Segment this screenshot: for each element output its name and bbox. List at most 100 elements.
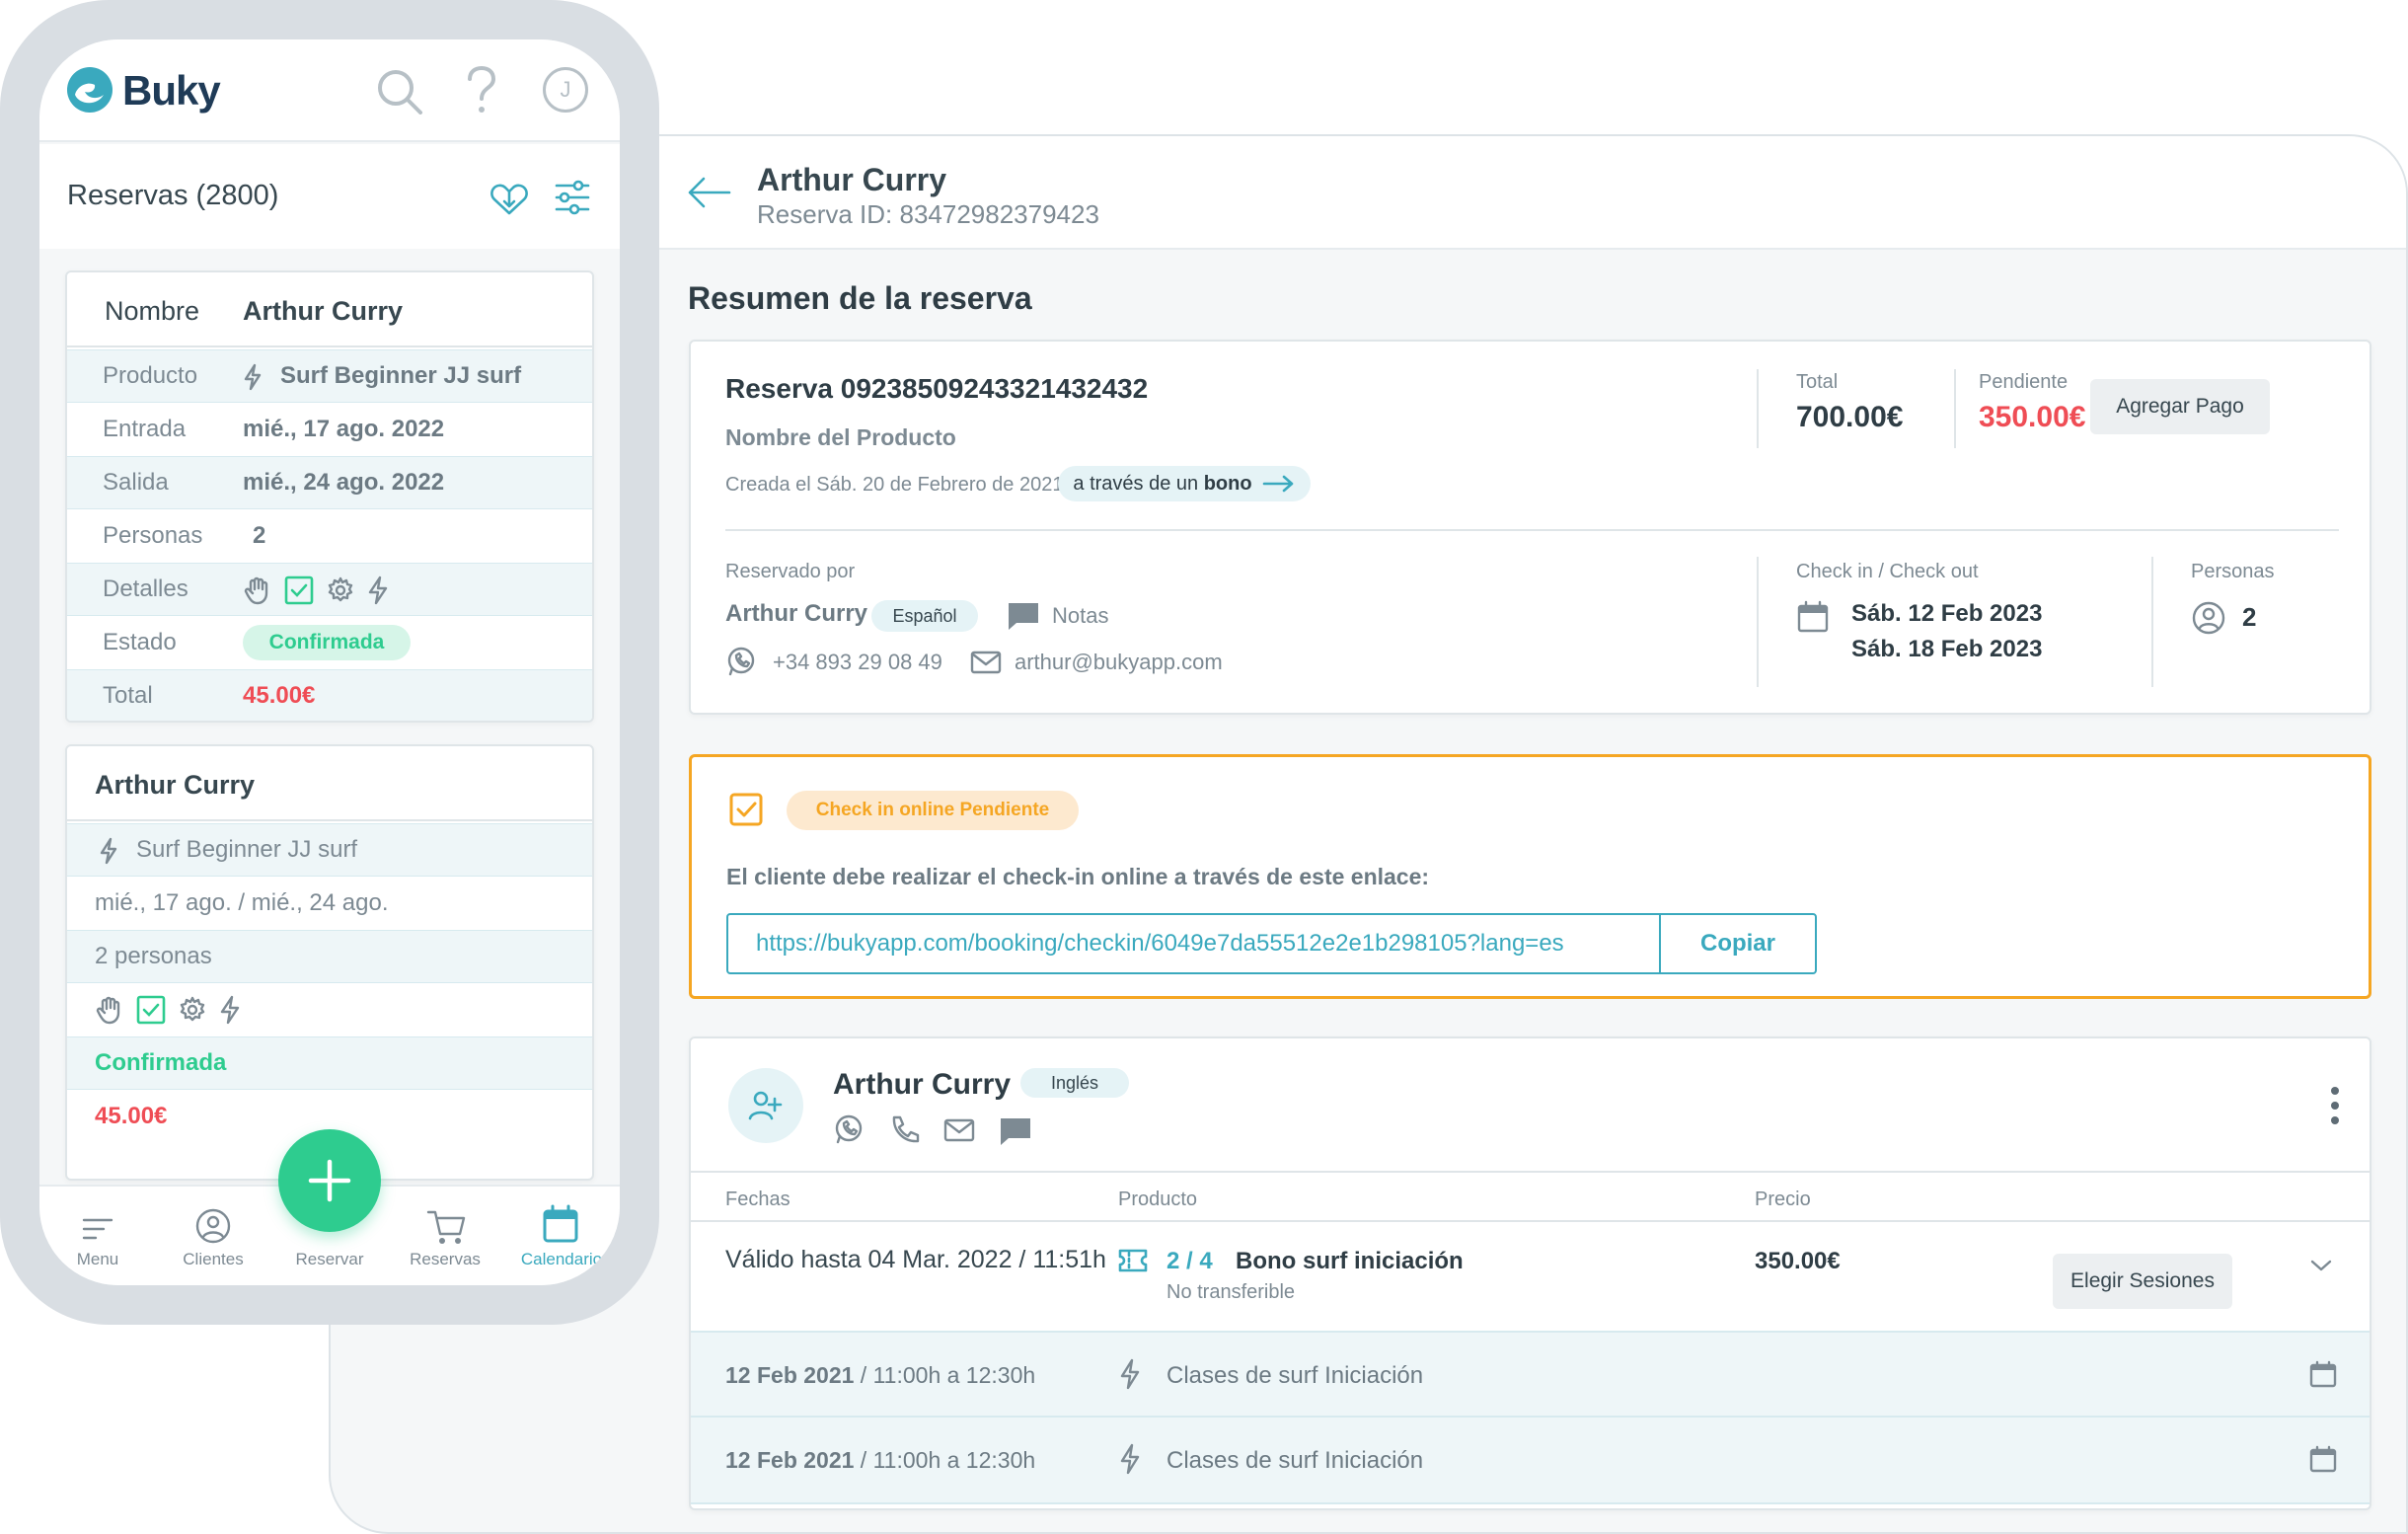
name-value: Arthur Curry bbox=[243, 296, 404, 326]
row-value: 2 bbox=[253, 522, 266, 549]
tab-menu[interactable]: Menu bbox=[39, 1250, 156, 1269]
divider bbox=[1757, 369, 1759, 448]
client-language-badge: Inglés bbox=[1020, 1068, 1129, 1098]
divider bbox=[691, 1171, 2370, 1173]
booked-by-label: Reservado por bbox=[725, 561, 856, 582]
phone-frame: Buky J Reservas (2800) Nombre Arthur Cur… bbox=[0, 0, 659, 1325]
column-product: Producto bbox=[1118, 1189, 1198, 1210]
chevron-down-icon[interactable] bbox=[2309, 1258, 2333, 1273]
search-icon[interactable] bbox=[375, 67, 424, 116]
avatar[interactable]: J bbox=[543, 67, 588, 113]
back-arrow-icon[interactable] bbox=[684, 173, 733, 212]
calendar-icon[interactable] bbox=[541, 1204, 580, 1244]
row-exit: Salida mié., 24 ago. 2022 bbox=[67, 456, 592, 509]
session-row[interactable]: 12 Feb 2021 / 11:00h a 12:30h Clases de … bbox=[691, 1418, 2370, 1504]
via-prefix: a través de un bbox=[1073, 472, 1204, 495]
tab-book[interactable]: Reservar bbox=[271, 1250, 388, 1269]
menu-icon[interactable] bbox=[81, 1214, 114, 1244]
bono-price: 350.00€ bbox=[1755, 1248, 1841, 1274]
persons-label: Personas bbox=[2191, 561, 2275, 582]
plus-icon bbox=[308, 1159, 351, 1202]
status: Confirmada bbox=[95, 1049, 227, 1076]
name-label: Nombre bbox=[105, 296, 200, 326]
bono-product: Bono surf iniciación bbox=[1236, 1248, 1464, 1274]
chat-icon[interactable] bbox=[999, 1115, 1032, 1147]
phone-topbar: Buky J bbox=[39, 39, 620, 142]
download-cloud-icon[interactable] bbox=[489, 178, 529, 217]
row-persons: Personas 2 bbox=[67, 509, 592, 563]
copy-button[interactable]: Copiar bbox=[1659, 913, 1817, 974]
cart-icon[interactable] bbox=[426, 1208, 468, 1246]
row-product: Surf Beginner JJ surf bbox=[67, 823, 592, 877]
hand-icon bbox=[95, 995, 124, 1025]
help-icon[interactable] bbox=[464, 65, 499, 116]
total-value: 700.00€ bbox=[1796, 401, 1904, 433]
filter-sliders-icon[interactable] bbox=[553, 178, 592, 217]
ticket-icon bbox=[1118, 1248, 1148, 1273]
pending-label: Pendiente bbox=[1979, 371, 2069, 393]
add-reservation-button[interactable] bbox=[278, 1129, 381, 1232]
gear-icon bbox=[178, 995, 207, 1025]
session-date: 12 Feb 2021 bbox=[725, 1447, 855, 1473]
reservation-card-compact[interactable]: Arthur Curry Surf Beginner JJ surf mié.,… bbox=[65, 744, 594, 1181]
mail-icon[interactable] bbox=[943, 1117, 975, 1143]
row-value: mié., 17 ago. 2022 bbox=[243, 416, 445, 442]
buky-logo-icon bbox=[65, 65, 114, 115]
session-name: Clases de surf Iniciación bbox=[1166, 1362, 1424, 1389]
via-bono-link[interactable]: a través de un bono bbox=[1058, 466, 1311, 501]
phone-icon[interactable] bbox=[888, 1113, 920, 1145]
calendar-icon bbox=[1796, 600, 1830, 634]
user-circle-icon[interactable] bbox=[193, 1206, 233, 1246]
product-name: Nombre del Producto bbox=[725, 424, 956, 450]
calendar-icon[interactable] bbox=[2309, 1360, 2337, 1388]
row-value: 45.00€ bbox=[243, 682, 316, 709]
tab-calendar[interactable]: Calendario bbox=[503, 1250, 620, 1269]
whatsapp-icon[interactable] bbox=[725, 646, 757, 677]
divider bbox=[691, 1220, 2370, 1222]
status-badge: Confirmada bbox=[243, 625, 411, 660]
row-status: Estado Confirmada bbox=[67, 616, 592, 669]
valid-until: Válido hasta 04 Mar. 2022 / 11:51h bbox=[725, 1246, 1106, 1273]
lightning-icon bbox=[99, 837, 118, 865]
session-date: 12 Feb 2021 bbox=[725, 1362, 855, 1388]
dates: mié., 17 ago. / mié., 24 ago. bbox=[95, 889, 389, 916]
tab-reservations[interactable]: Reservas bbox=[387, 1250, 503, 1269]
session-row[interactable]: 12 Feb 2021 / 11:00h a 12:30h Clases de … bbox=[691, 1331, 2370, 1418]
sessions-count: 2 / 4 bbox=[1166, 1248, 1213, 1274]
whatsapp-icon[interactable] bbox=[833, 1113, 865, 1145]
user-circle-icon bbox=[2191, 600, 2226, 636]
via-strong: bono bbox=[1203, 472, 1252, 495]
session-time: / 11:00h a 12:30h bbox=[854, 1362, 1036, 1388]
add-payment-button[interactable]: Agregar Pago bbox=[2090, 379, 2270, 434]
more-options-icon[interactable] bbox=[2329, 1086, 2341, 1125]
row-label: Total bbox=[103, 682, 153, 709]
checkin-url-field[interactable]: https://bukyapp.com/booking/checkin/6049… bbox=[726, 913, 1661, 974]
reservations-title-bar: Reservas (2800) bbox=[39, 144, 620, 249]
reservations-title: Reservas (2800) bbox=[67, 180, 279, 211]
divider bbox=[725, 529, 2339, 531]
mail-icon[interactable] bbox=[970, 650, 1002, 675]
language-badge: Español bbox=[871, 600, 978, 632]
reservation-card-table[interactable]: Nombre Arthur Curry Producto Surf Beginn… bbox=[65, 270, 594, 723]
row-persons: 2 personas bbox=[67, 930, 592, 983]
row-details bbox=[67, 983, 592, 1036]
checkin-instructions: El cliente debe realizar el check-in onl… bbox=[726, 864, 1430, 889]
choose-sessions-button[interactable]: Elegir Sesiones bbox=[2053, 1254, 2232, 1309]
lightning-icon bbox=[1118, 1358, 1142, 1390]
calendar-icon[interactable] bbox=[2309, 1445, 2337, 1473]
card-header: Arthur Curry bbox=[67, 746, 592, 821]
brand-name: Buky bbox=[122, 67, 221, 114]
row-label: Estado bbox=[103, 629, 177, 655]
tab-clients[interactable]: Clientes bbox=[155, 1250, 271, 1269]
notes-icon[interactable] bbox=[1007, 600, 1040, 632]
add-user-icon[interactable] bbox=[728, 1068, 803, 1143]
hand-icon bbox=[243, 575, 272, 605]
lightning-icon bbox=[243, 363, 263, 391]
row-status: Confirmada bbox=[67, 1036, 592, 1090]
divider bbox=[1954, 369, 1956, 448]
product-name: Surf Beginner JJ surf bbox=[136, 836, 358, 863]
session-name: Clases de surf Iniciación bbox=[1166, 1447, 1424, 1474]
persons-count: 2 bbox=[2242, 602, 2257, 632]
notes-link[interactable]: Notas bbox=[1052, 603, 1108, 629]
checkbox-icon[interactable] bbox=[729, 793, 763, 826]
